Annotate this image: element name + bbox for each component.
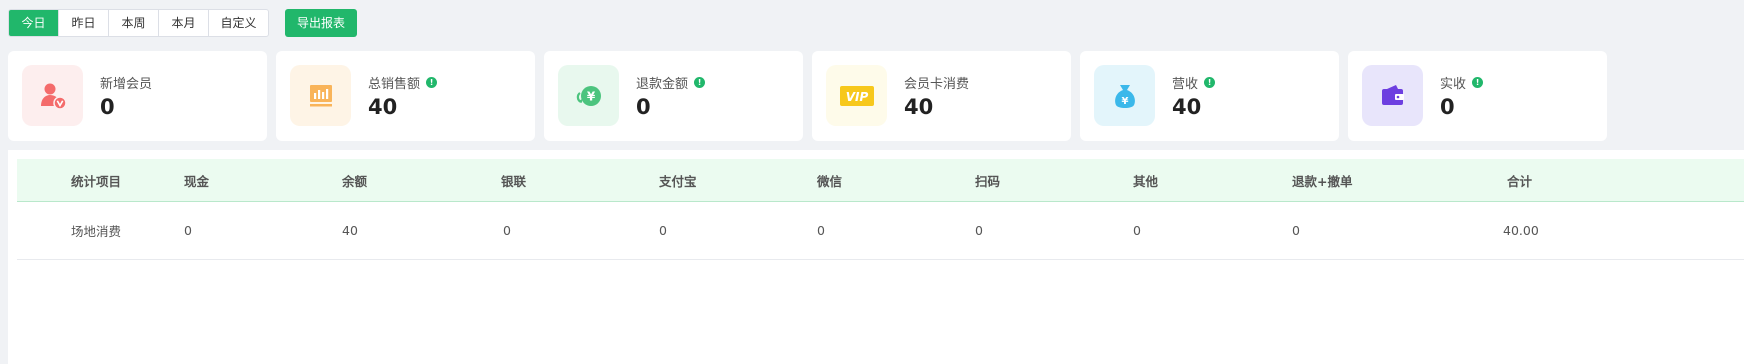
column-header: 退款+撤单 xyxy=(1292,173,1353,189)
info-icon[interactable]: ! xyxy=(426,77,438,88)
stat-card-revenue: ¥ 营收! 40 xyxy=(1080,51,1339,141)
column-header: 支付宝 xyxy=(659,173,697,189)
column-header: 现金 xyxy=(184,173,210,189)
report-panel: 统计项目 现金 余额 银联 支付宝 微信 扫码 其他 退款+撤单 合计 场地消费… xyxy=(8,150,1744,364)
column-header: 余额 xyxy=(342,173,368,189)
date-range-segmented: 今日 昨日 本周 本月 自定义 xyxy=(8,9,269,37)
card-value: 0 xyxy=(100,95,115,119)
stat-card-refund-amount: ¥ 退款金额! 0 xyxy=(544,51,803,141)
info-icon[interactable]: ! xyxy=(1472,77,1484,88)
card-value: 40 xyxy=(904,95,934,119)
card-value: 40 xyxy=(368,95,398,119)
table-cell: 0 xyxy=(503,223,511,238)
info-icon[interactable]: ! xyxy=(1204,77,1216,88)
stat-card-total-sales: 总销售额! 40 xyxy=(276,51,535,141)
card-value: 0 xyxy=(636,95,651,119)
export-report-button[interactable]: 导出报表 xyxy=(285,9,357,37)
card-value: 40 xyxy=(1172,95,1202,119)
column-header: 合计 xyxy=(1507,173,1533,189)
table-cell: 0 xyxy=(184,223,192,238)
svg-text:¥: ¥ xyxy=(586,89,595,103)
vip-card-icon: VIP xyxy=(826,65,887,126)
money-bag-icon: ¥ xyxy=(1094,65,1155,126)
table-cell: 0 xyxy=(817,223,825,238)
table-cell: 0 xyxy=(659,223,667,238)
table-header: 统计项目 现金 余额 银联 支付宝 微信 扫码 其他 退款+撤单 合计 xyxy=(17,159,1744,202)
card-label: 新增会员 xyxy=(100,77,153,92)
column-header: 统计项目 xyxy=(71,173,122,189)
range-today-button[interactable]: 今日 xyxy=(9,10,59,36)
table-cell: 0 xyxy=(1292,223,1300,238)
table-cell: 40 xyxy=(342,223,358,238)
stat-card-new-members: 新增会员 0 xyxy=(8,51,267,141)
card-label: 总销售额 xyxy=(368,77,421,92)
column-header: 扫码 xyxy=(975,173,1001,189)
range-yesterday-button[interactable]: 昨日 xyxy=(59,10,109,36)
card-value: 0 xyxy=(1440,95,1455,119)
table-cell: 0 xyxy=(1133,223,1141,238)
column-header: 其他 xyxy=(1133,173,1159,189)
stat-card-actual-received: 实收! 0 xyxy=(1348,51,1607,141)
row-item-link[interactable]: 场地消费 xyxy=(71,202,121,259)
card-label: 实收 xyxy=(1440,77,1467,92)
table-cell: 40.00 xyxy=(1503,223,1539,238)
card-label: 退款金额 xyxy=(636,77,689,92)
svg-text:¥: ¥ xyxy=(1121,96,1128,107)
new-member-icon xyxy=(22,65,83,126)
wallet-icon xyxy=(1362,65,1423,126)
svg-text:VIP: VIP xyxy=(845,90,868,104)
column-header: 微信 xyxy=(817,173,843,189)
table-row: 场地消费 0 40 0 0 0 0 0 0 40.00 xyxy=(17,202,1744,260)
stat-card-member-card-consumption: VIP 会员卡消费 40 xyxy=(812,51,1071,141)
table-cell: 0 xyxy=(975,223,983,238)
sales-chart-icon xyxy=(290,65,351,126)
card-label: 会员卡消费 xyxy=(904,77,970,92)
info-icon[interactable]: ! xyxy=(694,77,706,88)
column-header: 银联 xyxy=(501,173,527,189)
refund-yen-icon: ¥ xyxy=(558,65,619,126)
card-label: 营收 xyxy=(1172,77,1199,92)
date-range-toolbar: 今日 昨日 本周 本月 自定义 xyxy=(8,9,269,37)
range-this-month-button[interactable]: 本月 xyxy=(159,10,209,36)
stat-cards: 新增会员 0 总销售额! 40 ¥ 退款金额! 0 VIP 会员卡消费 40 ¥… xyxy=(8,51,1607,141)
range-custom-button[interactable]: 自定义 xyxy=(209,10,268,36)
range-this-week-button[interactable]: 本周 xyxy=(109,10,159,36)
